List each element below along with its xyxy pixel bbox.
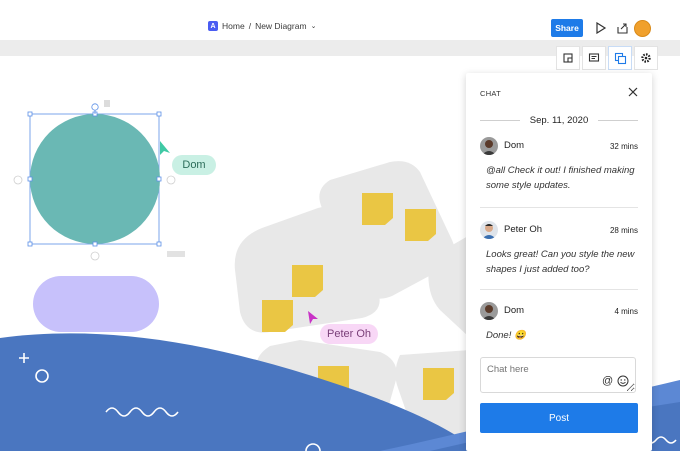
message-author: Dom xyxy=(504,140,525,151)
message-time: 28 mins xyxy=(609,226,638,235)
cursor-label-dom: Dom xyxy=(172,155,216,175)
emoji-icon[interactable] xyxy=(617,374,629,392)
message-text: Looks great! Can you style the new shape… xyxy=(486,249,635,275)
breadcrumb: A Home / New Diagram ⌄ xyxy=(208,21,316,31)
avatar xyxy=(480,221,498,239)
sticky-note[interactable] xyxy=(405,209,436,241)
chat-date: Sep. 11, 2020 xyxy=(529,114,589,126)
avatar xyxy=(480,302,498,320)
post-button[interactable]: Post xyxy=(480,403,638,433)
selected-circle-shape[interactable] xyxy=(13,100,185,261)
user-avatar-icon[interactable] xyxy=(634,20,651,37)
chevron-down-icon[interactable]: ⌄ xyxy=(311,22,317,30)
cursor-arrow-icon xyxy=(160,141,170,155)
message-time: 4 mins xyxy=(614,307,638,316)
message-author: Dom xyxy=(504,305,525,316)
app-icon: A xyxy=(208,21,218,31)
date-divider: Sep. 11, 2020 xyxy=(480,113,638,127)
chat-title: CHAT xyxy=(480,89,502,98)
export-icon[interactable] xyxy=(613,19,631,37)
top-bar: A Home / New Diagram ⌄ Share xyxy=(0,0,680,40)
share-button[interactable]: Share xyxy=(551,19,583,37)
chat-panel: CHAT Sep. 11, 2020 Dom 32 mins @all Chec… xyxy=(466,73,652,451)
sticky-note[interactable] xyxy=(262,300,293,332)
mention-icon[interactable]: @ xyxy=(602,375,613,387)
avatar xyxy=(480,137,498,155)
message-author: Peter Oh xyxy=(504,224,543,235)
message-divider xyxy=(480,289,638,290)
sticky-note[interactable] xyxy=(423,368,454,400)
breadcrumb-diagram[interactable]: New Diagram xyxy=(255,21,307,31)
message-text: Done! 😀 xyxy=(486,330,526,341)
sticky-note[interactable] xyxy=(292,265,323,297)
close-icon[interactable] xyxy=(626,85,640,99)
present-icon[interactable] xyxy=(592,19,610,37)
pill-shape[interactable] xyxy=(33,276,159,332)
message-text: @all Check it out! I finished making som… xyxy=(486,165,635,191)
cursor-label-peter: Peter Oh xyxy=(320,324,378,344)
sticky-note[interactable] xyxy=(362,193,393,225)
message-divider xyxy=(480,207,638,208)
breadcrumb-home[interactable]: Home xyxy=(222,21,245,31)
message-time: 32 mins xyxy=(609,142,638,151)
breadcrumb-separator: / xyxy=(248,21,252,31)
